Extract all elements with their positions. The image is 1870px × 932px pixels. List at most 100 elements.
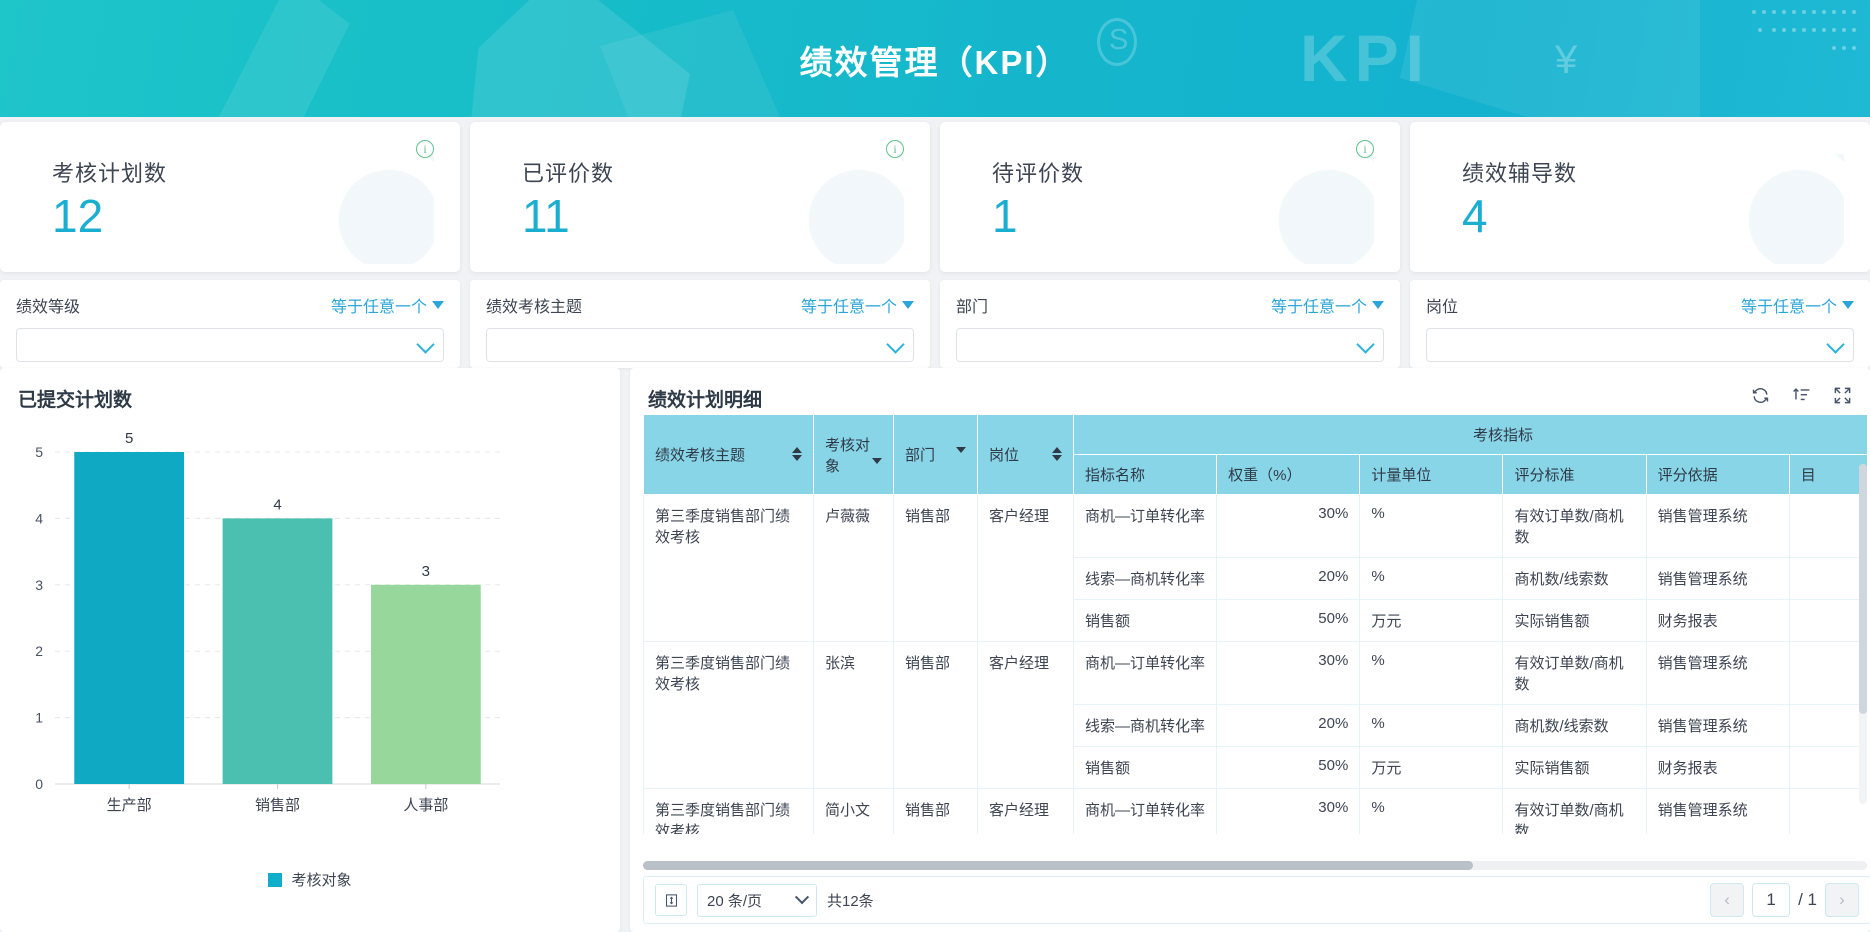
cell-more [1788,788,1867,834]
cell-criteria: 有效订单数/商机数 [1502,788,1647,834]
kpi-value: 12 [52,190,104,242]
col-indicator-name[interactable]: 指标名称 [1072,454,1218,495]
info-icon[interactable]: i [886,140,904,158]
cell-post: 客户经理 [977,788,1074,834]
svg-text:1: 1 [35,710,43,726]
bar-人事部[interactable] [370,584,481,784]
cell-criteria: 有效订单数/商机数 [1502,641,1647,705]
col-target-label: 考核对象 [825,436,871,475]
bar-销售部[interactable] [222,518,333,784]
kpi-label: 已评价数 [522,161,615,186]
table-row[interactable]: 第三季度销售部门绩效考核 卢薇薇 销售部 客户经理 商机—订单转化率 30% %… [643,494,1867,642]
chevron-down-icon [794,890,810,905]
info-icon[interactable]: i [416,140,434,158]
col-more[interactable]: 目 [1788,454,1867,495]
cell-subject: 第三季度销售部门绩效考核 [643,641,814,789]
cell-criteria: 实际销售额 [1502,599,1647,642]
sort-toggle-icon[interactable] [1052,447,1062,461]
cell-more [1788,557,1867,600]
kpi-card-evaluated[interactable]: i 已评价数 11 [470,122,930,272]
bar-生产部[interactable] [74,452,185,784]
filter-label: 绩效考核主题 [486,299,583,316]
filter-value-select[interactable] [16,328,444,362]
col-unit[interactable]: 计量单位 [1359,454,1504,495]
cell-criteria: 商机数/线索数 [1502,557,1647,600]
table-row[interactable]: 第三季度销售部门绩效考核 简小文 销售部 客户经理 商机—订单转化率 30% %… [643,788,1867,834]
col-post[interactable]: 岗位 [977,414,1074,495]
col-dept[interactable]: 部门 [893,414,978,495]
kpi-value: 4 [1462,190,1488,242]
table-head: 绩效考核主题 考核对象 部门 岗位 考核指标 指标名称 权重（%） 计量单位 评… [643,414,1867,495]
table-scroll-area[interactable]: 绩效考核主题 考核对象 部门 岗位 考核指标 指标名称 权重（%） 计量单位 评… [643,414,1867,834]
cell-weight: 30% [1216,494,1361,558]
performance-plan-table: 绩效考核主题 考核对象 部门 岗位 考核指标 指标名称 权重（%） 计量单位 评… [643,414,1867,834]
filter-value-select[interactable] [956,328,1384,362]
svg-text:5: 5 [35,444,43,460]
next-page-button[interactable]: › [1825,883,1859,917]
cell-dept: 销售部 [893,494,978,642]
cell-post: 客户经理 [977,494,1074,642]
cell-indicator-name: 线索—商机转化率 [1072,704,1218,747]
cell-unit: % [1359,788,1504,834]
cell-weight: 30% [1216,788,1361,834]
page-size-select[interactable]: 20 条/页 [697,883,817,917]
filter-value-input[interactable] [967,337,1373,353]
filter-operator-dropdown[interactable]: 等于任意一个 [801,293,914,317]
col-target[interactable]: 考核对象 [813,414,894,495]
table-horizontal-scrollbar[interactable] [643,861,1867,870]
cell-criteria: 商机数/线索数 [1502,704,1647,747]
total-count-label: 共12条 [827,892,874,910]
cell-basis: 销售管理系统 [1645,788,1790,834]
cell-subject: 第三季度销售部门绩效考核 [643,788,814,834]
filter-value-select[interactable] [486,328,914,362]
filter-toggle-icon[interactable] [872,457,882,464]
filter-value-select[interactable] [1426,328,1854,362]
cell-weight: 50% [1216,746,1361,789]
filter-assessment-subject: 绩效考核主题 等于任意一个 [470,280,930,368]
filter-toggle-icon[interactable] [956,447,966,453]
table-row[interactable]: 第三季度销售部门绩效考核 张滨 销售部 客户经理 商机—订单转化率 30% % … [643,641,1867,789]
cell-subject: 第三季度销售部门绩效考核 [643,494,814,642]
cell-dept: 销售部 [893,641,978,789]
filter-operator-label: 等于任意一个 [330,299,427,316]
sort-icon[interactable] [1792,386,1811,410]
cell-weight: 20% [1216,557,1361,600]
filter-operator-dropdown[interactable]: 等于任意一个 [331,293,444,317]
kpi-label: 绩效辅导数 [1462,161,1578,186]
col-criteria[interactable]: 评分标准 [1502,454,1647,495]
filter-operator-label: 等于任意一个 [1740,299,1837,316]
filter-operator-dropdown[interactable]: 等于任意一个 [1741,293,1854,317]
sort-toggle-icon[interactable] [792,447,802,461]
filter-operator-dropdown[interactable]: 等于任意一个 [1271,293,1384,317]
cell-post: 客户经理 [977,641,1074,789]
cell-criteria: 有效订单数/商机数 [1502,494,1647,558]
refresh-icon[interactable] [1751,386,1770,410]
filter-operator-label: 等于任意一个 [1270,299,1367,316]
current-page-input[interactable]: 1 [1752,883,1791,917]
kpi-card-coaching[interactable]: 绩效辅导数 4 [1410,122,1870,272]
cell-weight: 30% [1216,641,1361,705]
filter-value-input[interactable] [1437,337,1843,353]
cell-unit: % [1359,704,1504,747]
filter-value-input[interactable] [497,337,903,353]
col-subject[interactable]: 绩效考核主题 [643,414,814,495]
cell-basis: 销售管理系统 [1645,704,1790,747]
filter-value-input[interactable] [27,337,433,353]
col-basis[interactable]: 评分依据 [1645,454,1790,495]
fullscreen-icon[interactable] [1833,386,1852,410]
cell-indicator-name: 商机—订单转化率 [1072,494,1218,558]
cell-basis: 销售管理系统 [1645,641,1790,705]
cell-unit: 万元 [1359,599,1504,642]
cell-target: 张滨 [813,641,894,789]
kpi-value: 1 [992,190,1018,242]
col-weight[interactable]: 权重（%） [1216,454,1361,495]
density-icon[interactable] [655,884,687,916]
kpi-card-pending-evaluation[interactable]: i 待评价数 1 [940,122,1400,272]
table-title: 绩效计划明细 [648,390,763,411]
info-icon[interactable]: i [1356,140,1374,158]
cell-unit: % [1359,557,1504,600]
col-group-indicators-label: 考核指标 [1472,427,1533,444]
prev-page-button[interactable]: ‹ [1710,883,1745,917]
table-vertical-scrollbar[interactable] [1859,464,1867,804]
kpi-card-assessment-plans[interactable]: i 考核计划数 12 [0,122,460,272]
